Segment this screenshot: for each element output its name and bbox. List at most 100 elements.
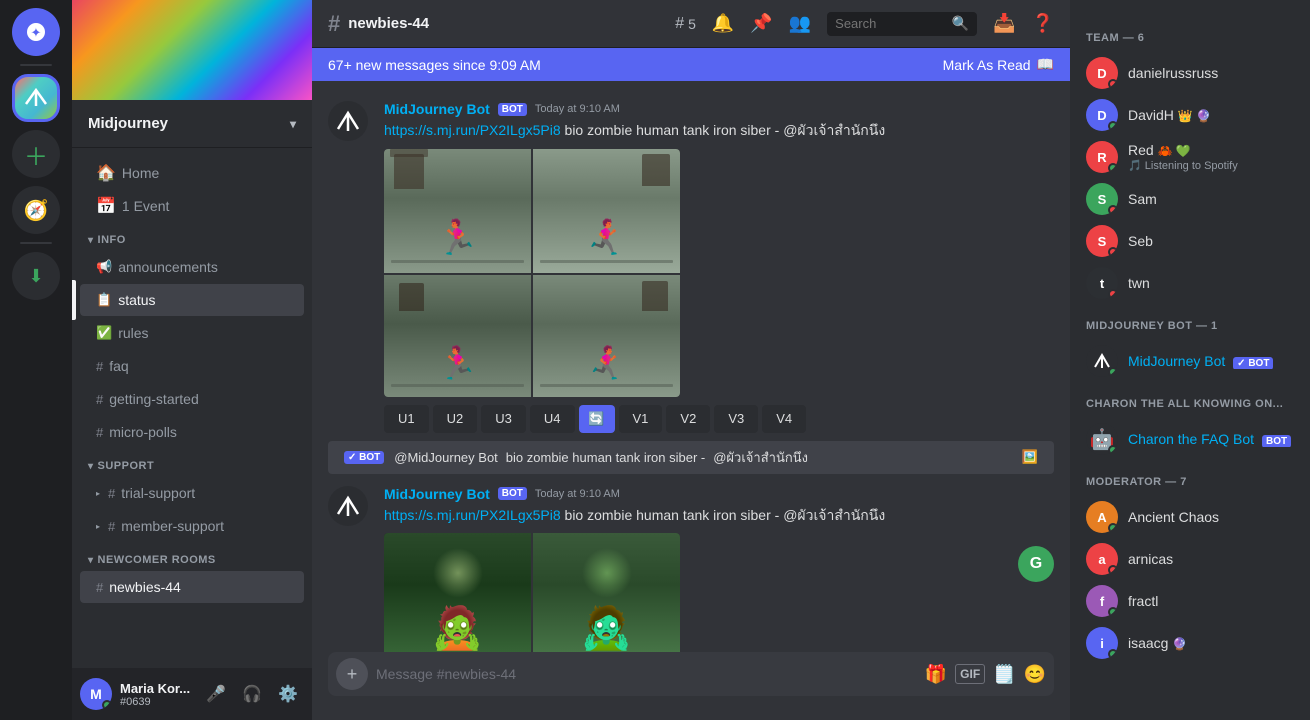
v2-button[interactable]: V2 <box>666 405 710 433</box>
message-input[interactable] <box>376 666 917 682</box>
message-link-1[interactable]: https://s.mj.run/PX2ILgx5Pi8 <box>384 122 561 138</box>
member-avatar-arnicas: a <box>1086 543 1118 575</box>
building-detail-2 <box>642 154 670 186</box>
member-seb[interactable]: S Seb <box>1078 220 1302 262</box>
channel-item-newbies-44[interactable]: # newbies-44 <box>80 571 304 603</box>
member-fractl[interactable]: f fractl <box>1078 580 1302 622</box>
member-avatar-fractl: f <box>1086 585 1118 617</box>
category-info[interactable]: ▾ INFO <box>72 230 312 250</box>
category-support[interactable]: ▾ SUPPORT <box>72 456 312 476</box>
scroll-to-bottom-button[interactable]: G <box>1018 546 1054 582</box>
channel-sidebar: Midjourney ▾ 🏠 Home 📅 1 Event ▾ INFO 📢 a… <box>72 0 312 720</box>
bot-avatar-2 <box>328 486 368 526</box>
faq-icon: # <box>96 359 103 374</box>
explore-button[interactable]: 🧭 <box>12 186 60 234</box>
image-cell-2: 🏃 <box>533 149 680 273</box>
u3-button[interactable]: U3 <box>481 405 526 433</box>
member-avatar-isaacg: i <box>1086 627 1118 659</box>
message-link-2[interactable]: https://s.mj.run/PX2ILgx5Pi8 <box>384 507 561 523</box>
message-group-2: MidJourney Bot BOT Today at 9:10 AM http… <box>312 482 1070 652</box>
u4-button[interactable]: U4 <box>530 405 575 433</box>
davidh-badges: 👑 🔮 <box>1178 109 1211 123</box>
status-channel-icon: 📋 <box>96 292 112 308</box>
member-ancient-chaos[interactable]: A Ancient Chaos <box>1078 496 1302 538</box>
v4-button[interactable]: V4 <box>762 405 806 433</box>
mark-as-read-button[interactable]: Mark As Read 📖 <box>943 56 1054 73</box>
channel-item-rules[interactable]: ✅ rules <box>80 317 304 349</box>
bot-author-name-2: MidJourney Bot <box>384 486 490 502</box>
member-info-ancient: Ancient Chaos <box>1128 509 1294 525</box>
discord-home-button[interactable]: ✦ <box>12 8 60 56</box>
headphone-button[interactable]: 🎧 <box>236 678 268 710</box>
new-messages-banner[interactable]: 67+ new messages since 9:09 AM Mark As R… <box>312 48 1070 81</box>
search-input[interactable] <box>835 16 946 31</box>
member-twn[interactable]: t twn <box>1078 262 1302 304</box>
channel-item-member-support[interactable]: ▸ # member-support <box>80 510 304 542</box>
zombie-figure-2: 🧟 <box>580 604 632 652</box>
channel-item-home[interactable]: 🏠 Home <box>80 157 304 189</box>
ground-4 <box>540 384 672 387</box>
category-newcomer-rooms[interactable]: ▾ NEWCOMER ROOMS <box>72 550 312 570</box>
search-icon: 🔍 <box>952 15 969 32</box>
home-icon: 🏠 <box>96 163 116 183</box>
channel-item-getting-started[interactable]: # getting-started <box>80 383 304 415</box>
zombie-image-grid: 🧟 🧟 <box>384 533 680 652</box>
refresh-button[interactable]: 🔄 <box>579 405 615 433</box>
channel-item-micro-polls[interactable]: # micro-polls <box>80 416 304 448</box>
member-sam[interactable]: S Sam <box>1078 178 1302 220</box>
sticker-button[interactable]: 🗒️ <box>993 664 1015 685</box>
member-charon-bot[interactable]: 🤖 Charon the FAQ Bot BOT <box>1078 418 1302 460</box>
members-button[interactable]: 👥 <box>789 13 811 34</box>
help-button[interactable]: ❓ <box>1032 13 1054 34</box>
download-button[interactable]: ⬇ <box>12 252 60 300</box>
bot-author-name-1: MidJourney Bot <box>384 101 490 117</box>
channel-item-announcements[interactable]: 📢 announcements <box>80 251 304 283</box>
bot-avatar-1 <box>328 101 368 141</box>
u1-button[interactable]: U1 <box>384 405 429 433</box>
category-chevron-newcomer: ▾ <box>88 555 94 566</box>
gif-button[interactable]: GIF <box>955 664 985 684</box>
member-midjourney-bot[interactable]: MidJourney Bot ✓ BOT <box>1078 340 1302 382</box>
zombie-cell-1: 🧟 <box>384 533 531 652</box>
search-box[interactable]: 🔍 <box>827 12 977 36</box>
scene-art-1: 🏃 <box>384 149 531 273</box>
member-info-seb: Seb <box>1128 233 1294 249</box>
gift-button[interactable]: 🎁 <box>925 664 947 685</box>
channel-item-event[interactable]: 📅 1 Event <box>80 190 304 222</box>
member-info-twn: twn <box>1128 275 1294 291</box>
v1-button[interactable]: V1 <box>619 405 663 433</box>
add-attachment-button[interactable]: + <box>336 658 368 690</box>
ancient-status <box>1108 523 1118 533</box>
member-danielrussruss[interactable]: D danielrussruss <box>1078 52 1302 94</box>
member-davidh[interactable]: D DavidH 👑 🔮 <box>1078 94 1302 136</box>
micro-polls-icon: # <box>96 425 103 440</box>
pin-button[interactable]: 📌 <box>750 13 772 34</box>
u2-button[interactable]: U2 <box>433 405 478 433</box>
message-content-1: MidJourney Bot BOT Today at 9:10 AM http… <box>384 101 1054 433</box>
channel-item-status[interactable]: 📋 status <box>80 284 304 316</box>
settings-button[interactable]: ⚙️ <box>272 678 304 710</box>
mic-button[interactable]: 🎤 <box>200 678 232 710</box>
member-avatar-daniel: D <box>1086 57 1118 89</box>
member-info-daniel: danielrussruss <box>1128 65 1294 81</box>
bot-badge-2: BOT <box>498 487 527 500</box>
member-arnicas[interactable]: a arnicas <box>1078 538 1302 580</box>
channel-name-header: newbies-44 <box>348 15 429 32</box>
mention-handle: @MidJourney Bot <box>394 450 498 465</box>
current-user-avatar: M <box>80 678 112 710</box>
arnicas-status <box>1108 565 1118 575</box>
ground-3 <box>391 384 523 387</box>
notifications-button[interactable]: 🔔 <box>712 13 734 34</box>
inbox-button[interactable]: 📥 <box>993 13 1015 34</box>
midjourney-server-icon[interactable] <box>12 74 60 122</box>
charon-bot-badge: BOT <box>1262 435 1291 447</box>
add-server-button[interactable]: ＋ <box>12 130 60 178</box>
member-red[interactable]: R Red 🦀 💚 🎵 Listening to Spotify <box>1078 136 1302 178</box>
v3-button[interactable]: V3 <box>714 405 758 433</box>
member-name-davidh: DavidH 👑 🔮 <box>1128 107 1294 123</box>
member-isaacg[interactable]: i isaacg 🔮 <box>1078 622 1302 664</box>
server-header[interactable]: Midjourney ▾ <box>72 100 312 148</box>
channel-item-faq[interactable]: # faq <box>80 350 304 382</box>
channel-item-trial-support[interactable]: ▸ # trial-support <box>80 477 304 509</box>
emoji-button[interactable]: 😊 <box>1024 664 1046 685</box>
